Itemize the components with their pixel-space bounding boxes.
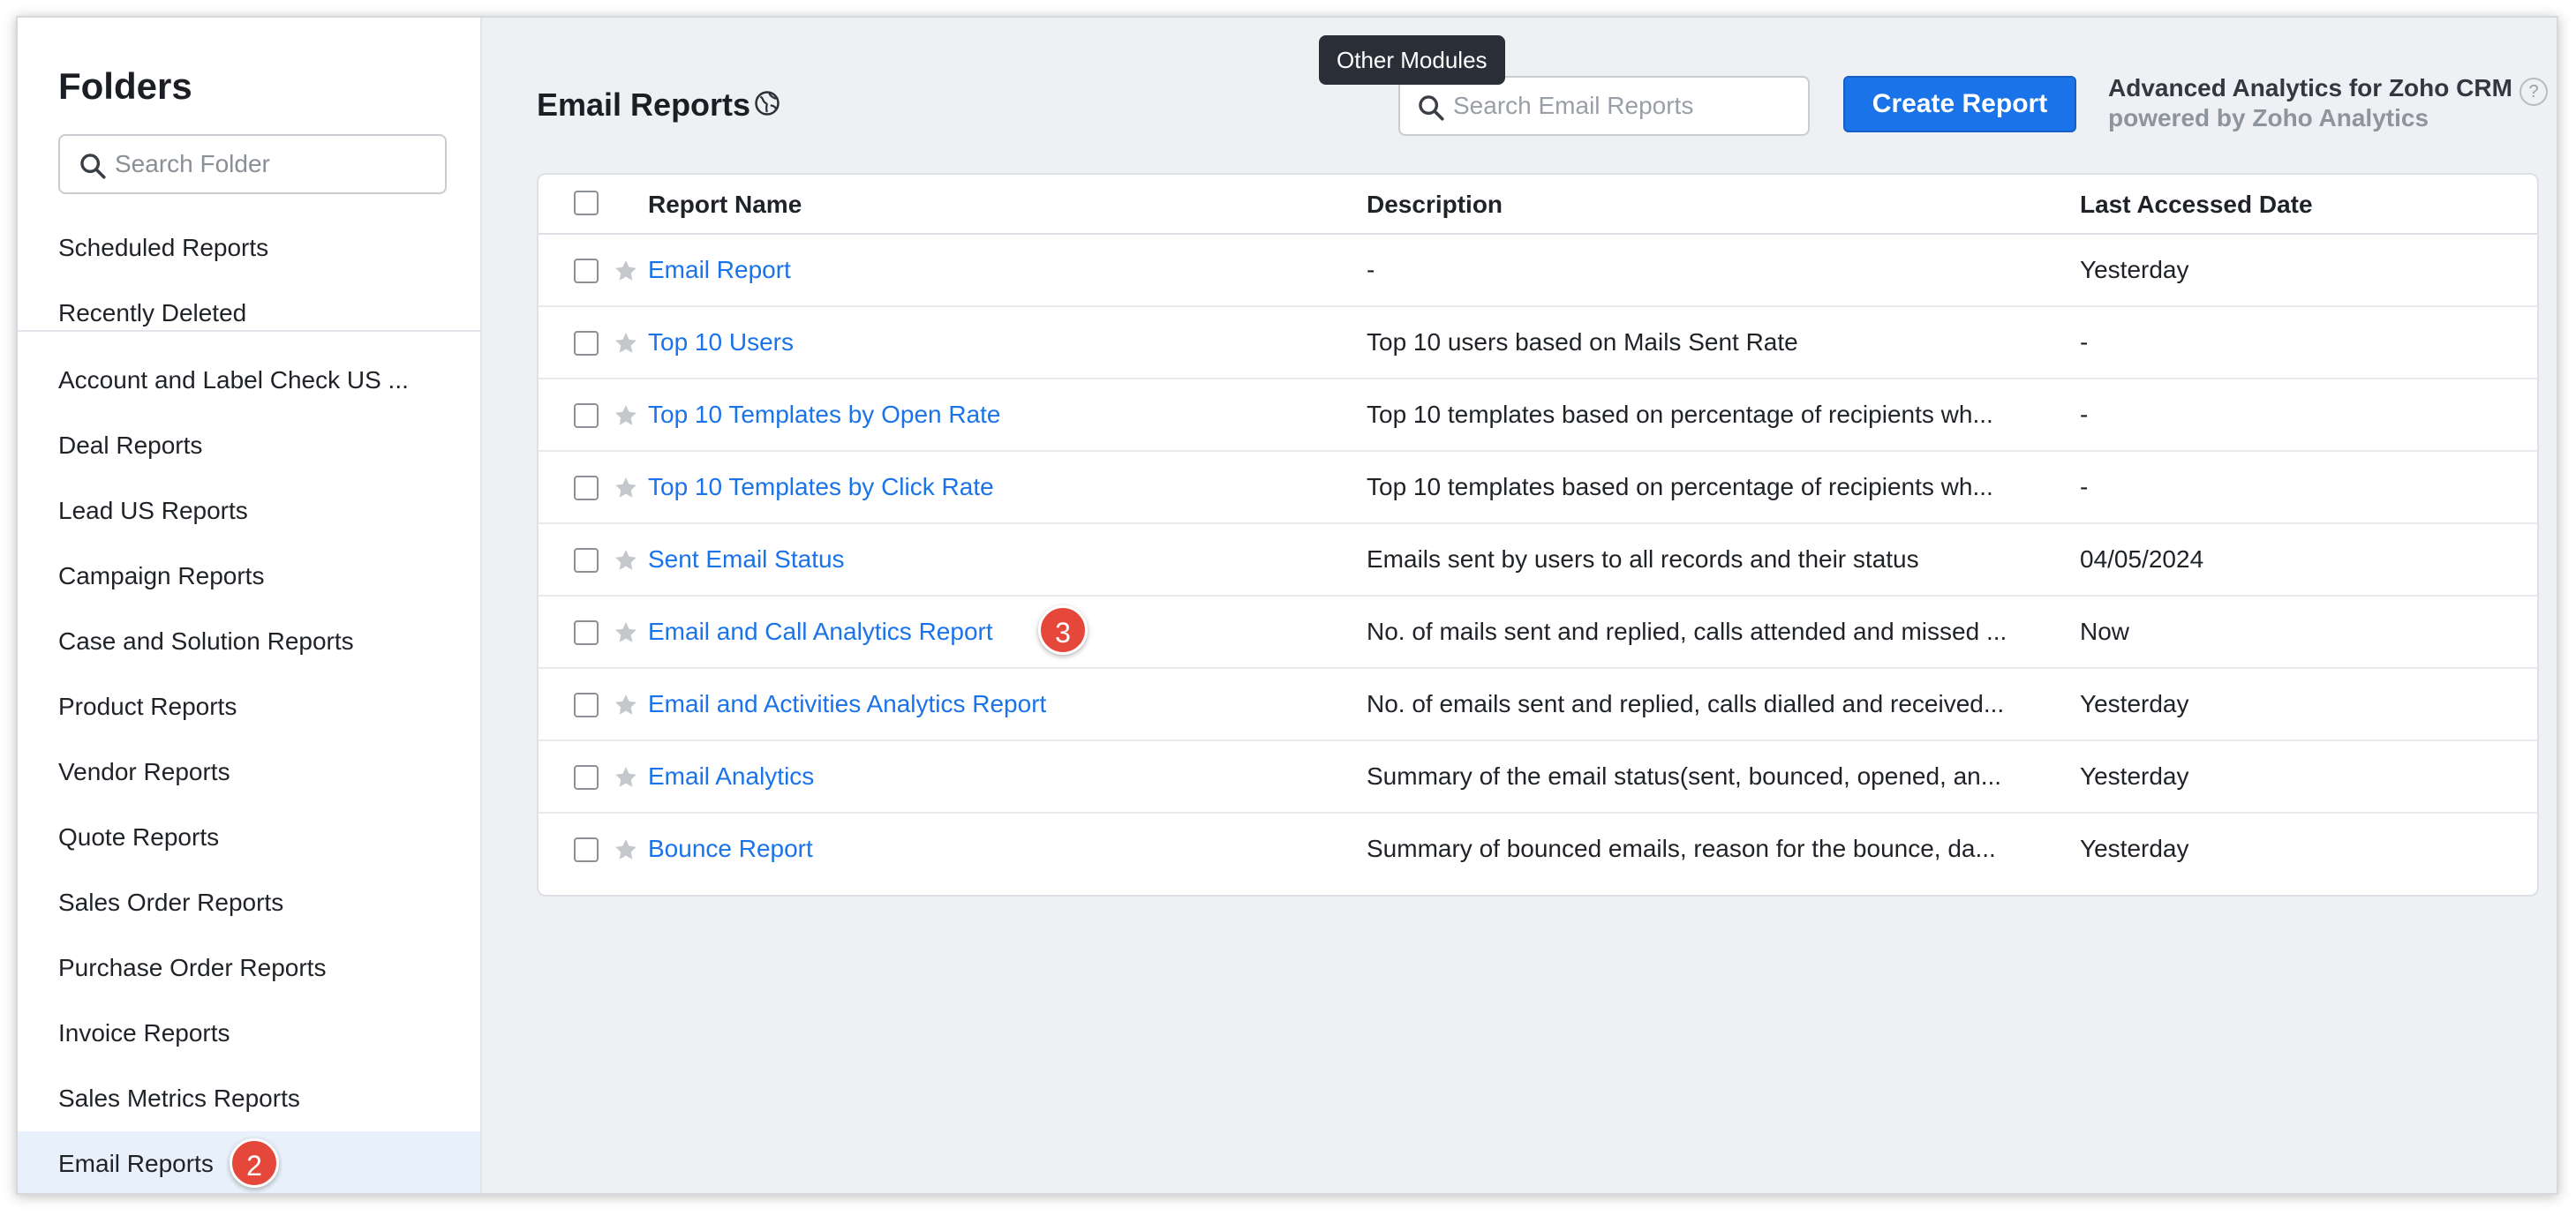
folder-search-input[interactable] <box>115 138 433 191</box>
last-accessed-date: - <box>2080 328 2089 356</box>
reports-table: Report Name Description Last Accessed Da… <box>537 173 2539 897</box>
star-icon[interactable] <box>613 475 639 501</box>
row-checkbox[interactable] <box>574 620 599 645</box>
row-checkbox[interactable] <box>574 259 599 283</box>
step-badge: 3 <box>1038 605 1088 655</box>
folder-case-solution-reports[interactable]: Case and Solution Reports <box>18 609 480 674</box>
search-icon <box>80 154 106 179</box>
report-name-link[interactable]: Top 10 Users <box>648 307 794 378</box>
row-checkbox[interactable] <box>574 837 599 862</box>
star-icon[interactable] <box>613 692 639 718</box>
column-header-report-name[interactable]: Report Name <box>648 175 802 235</box>
star-icon[interactable] <box>613 402 639 429</box>
table-row: Sent Email Status Emails sent by users t… <box>539 524 2537 597</box>
table-row: Email and Call Analytics Report 3 No. of… <box>539 597 2537 669</box>
column-header-description[interactable]: Description <box>1367 175 1503 235</box>
table-row: Bounce Report Summary of bounced emails,… <box>539 814 2537 886</box>
report-name-link[interactable]: Email and Activities Analytics Report <box>648 669 1046 739</box>
sidebar-divider <box>18 330 480 332</box>
report-name-link[interactable]: Top 10 Templates by Open Rate <box>648 379 1001 450</box>
folder-quote-reports[interactable]: Quote Reports <box>18 805 480 870</box>
table-row: Email and Activities Analytics Report No… <box>539 669 2537 741</box>
report-search-input[interactable] <box>1453 79 1797 132</box>
folder-vendor-reports[interactable]: Vendor Reports <box>18 739 480 805</box>
last-accessed-date: - <box>2080 401 2089 428</box>
report-description: Top 10 templates based on percentage of … <box>1367 473 1993 500</box>
row-checkbox[interactable] <box>574 548 599 573</box>
page-title: Email Reports <box>537 86 751 123</box>
report-description: Emails sent by users to all records and … <box>1367 545 1919 573</box>
app-window: Folders Scheduled Reports Recently Delet… <box>16 16 2558 1195</box>
report-name-link[interactable]: Email Analytics <box>648 741 814 812</box>
last-accessed-date: 04/05/2024 <box>2080 545 2204 573</box>
folder-lead-us-reports[interactable]: Lead US Reports <box>18 478 480 544</box>
star-icon[interactable] <box>613 547 639 574</box>
last-accessed-date: Now <box>2080 618 2130 645</box>
star-icon[interactable] <box>613 837 639 863</box>
advanced-analytics-link[interactable]: Advanced Analytics for Zoho CRM <box>2108 74 2512 102</box>
star-icon[interactable] <box>613 619 639 646</box>
folder-campaign-reports[interactable]: Campaign Reports <box>18 544 480 609</box>
folders-sidebar: Folders Scheduled Reports Recently Delet… <box>18 18 482 1193</box>
globe-icon <box>755 91 780 116</box>
report-search-box[interactable] <box>1398 76 1810 136</box>
folder-search-box[interactable] <box>58 134 447 194</box>
row-checkbox[interactable] <box>574 331 599 356</box>
table-header: Report Name Description Last Accessed Da… <box>539 175 2537 235</box>
folder-deal-reports[interactable]: Deal Reports <box>18 413 480 478</box>
last-accessed-date: Yesterday <box>2080 256 2189 283</box>
step-badge: 2 <box>230 1138 279 1188</box>
folder-invoice-reports[interactable]: Invoice Reports <box>18 1001 480 1066</box>
table-row: Top 10 Templates by Click Rate Top 10 te… <box>539 452 2537 524</box>
report-name-link[interactable]: Email Report <box>648 235 791 305</box>
last-accessed-date: Yesterday <box>2080 762 2189 790</box>
table-row: Email Analytics Summary of the email sta… <box>539 741 2537 814</box>
report-description: Summary of bounced emails, reason for th… <box>1367 835 1996 862</box>
row-checkbox[interactable] <box>574 476 599 500</box>
help-icon[interactable]: ? <box>2520 78 2548 106</box>
report-name-link[interactable]: Sent Email Status <box>648 524 845 595</box>
row-checkbox[interactable] <box>574 403 599 428</box>
last-accessed-date: Yesterday <box>2080 835 2189 862</box>
create-report-button[interactable]: Create Report <box>1843 76 2076 132</box>
row-checkbox[interactable] <box>574 693 599 717</box>
row-checkbox[interactable] <box>574 765 599 790</box>
last-accessed-date: Yesterday <box>2080 690 2189 717</box>
report-description: No. of emails sent and replied, calls di… <box>1367 690 2005 717</box>
folder-sales-metrics-reports[interactable]: Sales Metrics Reports <box>18 1066 480 1131</box>
report-description: No. of mails sent and replied, calls att… <box>1367 618 2007 645</box>
folder-sales-order-reports[interactable]: Sales Order Reports <box>18 870 480 935</box>
table-row: Top 10 Templates by Open Rate Top 10 tem… <box>539 379 2537 452</box>
select-all-checkbox[interactable] <box>574 191 599 215</box>
sidebar-title: Folders <box>58 65 192 107</box>
report-name-link[interactable]: Bounce Report <box>648 814 813 884</box>
report-description: - <box>1367 256 1375 283</box>
report-description: Top 10 users based on Mails Sent Rate <box>1367 328 1798 356</box>
folder-product-reports[interactable]: Product Reports <box>18 674 480 739</box>
folder-purchase-order-reports[interactable]: Purchase Order Reports <box>18 935 480 1001</box>
last-accessed-date: - <box>2080 473 2089 500</box>
folder-recently-deleted[interactable]: Recently Deleted <box>18 281 480 346</box>
report-name-link[interactable]: Email and Call Analytics Report <box>648 597 993 667</box>
star-icon[interactable] <box>613 330 639 357</box>
report-description: Summary of the email status(sent, bounce… <box>1367 762 2002 790</box>
folder-scheduled-reports[interactable]: Scheduled Reports <box>18 215 480 281</box>
star-icon[interactable] <box>613 764 639 791</box>
search-icon <box>1419 95 1444 121</box>
report-name-link[interactable]: Top 10 Templates by Click Rate <box>648 452 994 522</box>
star-icon[interactable] <box>613 258 639 284</box>
table-row: Top 10 Users Top 10 users based on Mails… <box>539 307 2537 379</box>
analytics-subtitle: powered by Zoho Analytics <box>2108 104 2429 131</box>
other-modules-tooltip: Other Modules <box>1319 35 1505 85</box>
folder-account-label-check[interactable]: Account and Label Check US ... <box>18 348 480 413</box>
table-row: Email Report - Yesterday <box>539 235 2537 307</box>
report-description: Top 10 templates based on percentage of … <box>1367 401 1993 428</box>
column-header-last-accessed[interactable]: Last Accessed Date <box>2080 175 2313 235</box>
